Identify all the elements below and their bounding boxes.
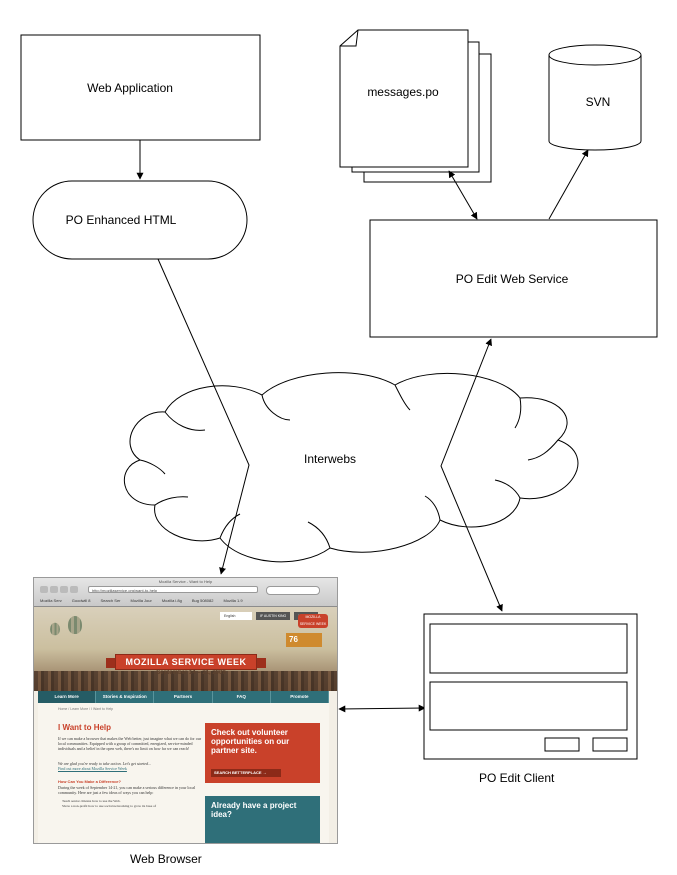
volunteer-promo: Check out volunteer opportunities on our…	[205, 723, 320, 783]
balloon-icon	[68, 616, 82, 634]
interwebs-label: Interwebs	[304, 452, 356, 466]
nav-item: FAQ	[213, 691, 271, 703]
browser-window-title: Mozilla Service - Want to Help	[158, 579, 213, 584]
project-promo-title: Already have a project idea?	[211, 801, 297, 819]
bookmark: Goodwill 8	[71, 598, 91, 603]
count-badge: 76	[286, 633, 322, 647]
service-week-ribbon: MOZILLA SERVICE WEEK	[116, 655, 256, 669]
po-edit-client-window	[423, 613, 638, 760]
messages-po-document-stack: messages.po	[339, 29, 492, 183]
po-edit-web-service-box: PO Edit Web Service	[369, 219, 658, 338]
list-item: Show a non-profit how to use social netw…	[62, 804, 157, 808]
web-application-box: Web Application	[20, 34, 261, 141]
forward-icon	[50, 586, 58, 593]
messages-po-label: messages.po	[367, 85, 439, 99]
sign-in-label: IF AUSTIN KING	[256, 612, 291, 620]
bookmark: Mozilla i.8g	[161, 598, 182, 603]
bookmark: Bug 508082	[191, 598, 214, 603]
nav-item: Learn More	[38, 691, 97, 703]
po-enhanced-html-label: PO Enhanced HTML	[66, 213, 177, 227]
difference-paragraph: During the week of September 14-21, you …	[58, 785, 196, 795]
nav-item: Partners	[154, 691, 213, 703]
edge-web-service-to-svn	[548, 149, 589, 220]
client-text-area-2	[429, 681, 628, 731]
volunteer-promo-title: Check out volunteer opportunities on our…	[211, 728, 290, 755]
svn-label: SVN	[586, 95, 611, 109]
svn-cylinder: SVN	[548, 44, 642, 151]
web-application-label: Web Application	[87, 81, 173, 95]
client-button-1	[544, 737, 580, 752]
browser-chrome: Mozilla Service - Want to Help http://mo…	[34, 578, 337, 607]
back-icon	[40, 586, 48, 593]
nav-item: Promote	[271, 691, 330, 703]
bookmark: Mozilla 1.9	[223, 598, 243, 603]
bookmark: Search Ser	[100, 598, 121, 603]
search-betterplace-button: SEARCH BETTERPLACE →	[211, 769, 281, 777]
po-edit-web-service-label: PO Edit Web Service	[456, 272, 569, 286]
bookmark: Mozilla Serv	[40, 598, 62, 603]
po-edit-client-label: PO Edit Client	[479, 771, 555, 785]
browser-url-field: http://mozillaservice.org/want-to-help	[88, 586, 258, 593]
intro-paragraph: If we can make a browser that makes the …	[58, 736, 202, 751]
browser-bookmarks-bar: Mozilla Serv Goodwill 8 Search Ser Mozil…	[34, 596, 337, 605]
breadcrumb: Home / Learn More / I Want to Help	[58, 707, 114, 711]
site-nav: Learn More Stories & Inspiration Partner…	[38, 691, 330, 703]
project-promo: Already have a project idea?	[205, 796, 320, 843]
home-icon	[70, 586, 78, 593]
web-browser-screenshot: Mozilla Service - Want to Help http://mo…	[34, 578, 337, 843]
nav-item: Stories & Inspiration	[96, 691, 155, 703]
interwebs-cloud: Interwebs	[123, 372, 579, 563]
balloon-icon	[50, 622, 60, 636]
subheading: How Can You Make a Difference?	[58, 779, 121, 784]
list-item: Teach senior citizens how to use the Web…	[62, 799, 121, 803]
edge-browser-to-client	[338, 704, 426, 713]
reload-icon	[60, 586, 68, 593]
service-week-pill: MOZILLA SERVICE WEEK	[298, 614, 328, 628]
client-button-2	[592, 737, 628, 752]
page-heading: I Want to Help	[58, 723, 112, 732]
find-out-link: Find out more about Mozilla Service Week	[58, 766, 127, 771]
language-select: English	[220, 612, 252, 620]
web-browser-label: Web Browser	[130, 852, 202, 866]
browser-search-field	[266, 586, 320, 595]
po-enhanced-html-shape: PO Enhanced HTML	[32, 180, 248, 260]
bookmark: Mozilla Jour	[130, 598, 152, 603]
service-week-dates: September 14 – 21, 2009	[156, 670, 226, 676]
client-text-area-1	[429, 623, 628, 674]
